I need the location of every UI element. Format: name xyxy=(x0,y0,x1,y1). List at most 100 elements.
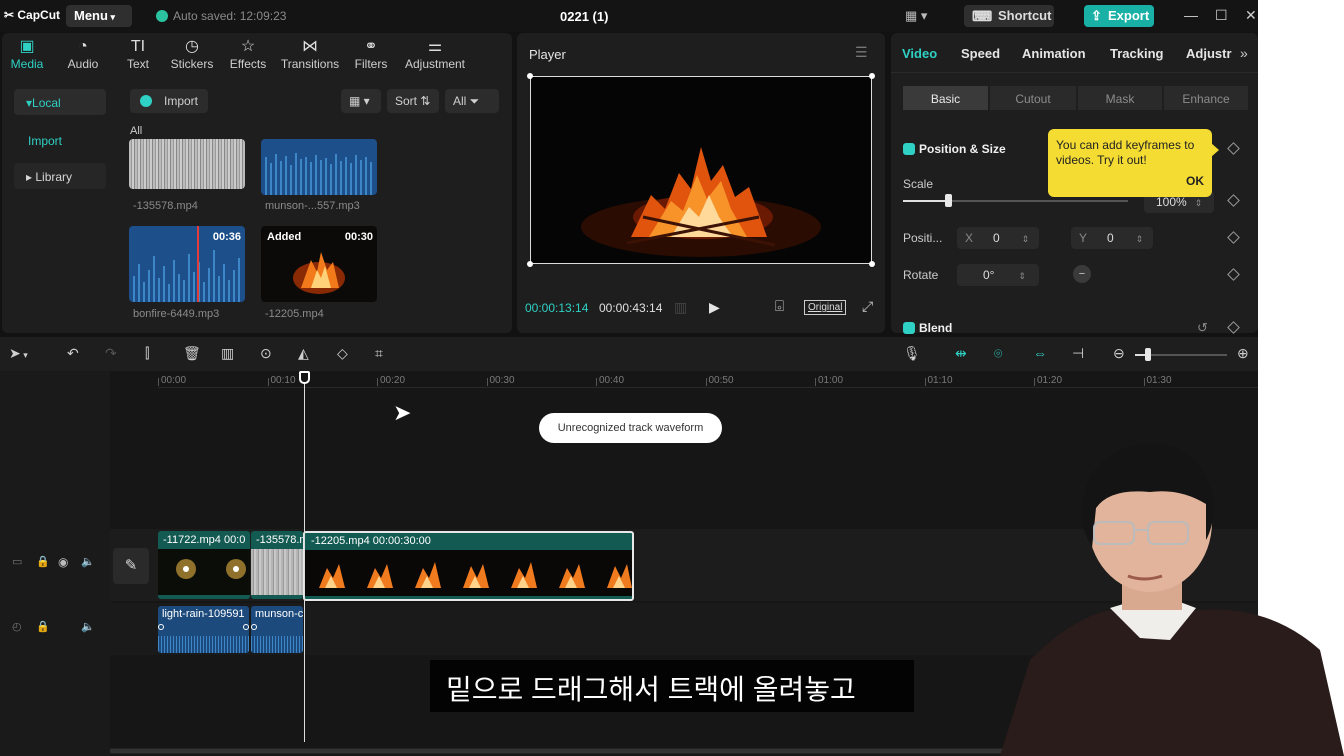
close-icon[interactable]: ✕ xyxy=(1245,7,1257,24)
split-icon[interactable]: ⫿ xyxy=(145,345,149,362)
tool-effects[interactable]: ☆ Effects xyxy=(217,37,279,71)
reset-icon[interactable]: ↺ xyxy=(1197,320,1208,336)
tab-animation[interactable]: Animation xyxy=(1022,46,1086,61)
media-thumb-fire[interactable]: Added 00:30 xyxy=(261,226,377,302)
lock-icon[interactable]: 🔒 xyxy=(36,620,50,633)
tool-transitions[interactable]: ⋈ Transitions xyxy=(278,37,342,71)
tool-adjustment[interactable]: ⚌ Adjustment xyxy=(400,37,470,71)
side-import[interactable]: Import xyxy=(14,127,106,153)
original-button[interactable]: Original xyxy=(804,300,847,315)
layout-icon[interactable]: ▦ ▾ xyxy=(905,8,927,24)
zoom-out-icon[interactable]: ⊖ xyxy=(1113,345,1125,362)
zoom-knob[interactable] xyxy=(1145,348,1151,361)
side-local[interactable]: ▾Local xyxy=(14,89,106,115)
scale-value: 100% xyxy=(1156,195,1187,209)
video-clip[interactable]: -135578.m xyxy=(251,531,303,599)
tool-media[interactable]: ▣ Media xyxy=(0,37,58,71)
shortcut-button[interactable]: ⌨ Shortcut xyxy=(964,5,1054,27)
maximize-icon[interactable]: ☐ xyxy=(1215,7,1228,24)
sort-button[interactable]: Sort ⇅ xyxy=(387,89,439,113)
section-title: Position & Size xyxy=(919,142,1006,156)
tool-text[interactable]: TI Text xyxy=(107,37,169,71)
tool-label: Transitions xyxy=(280,57,340,71)
scale-knob[interactable] xyxy=(945,194,952,207)
crop-icon[interactable]: ⌗ xyxy=(375,345,383,362)
rotate-dial-icon[interactable]: − xyxy=(1073,265,1091,283)
microphone-icon[interactable]: 🎙 xyxy=(903,345,921,362)
position-x-input[interactable]: X 0 ⇕ xyxy=(957,227,1039,249)
video-clip-selected[interactable]: -12205.mp4 00:00:30:00 xyxy=(303,531,634,601)
tool-audio[interactable]: ◔ Audio xyxy=(52,37,114,71)
subtab-cutout[interactable]: Cutout xyxy=(990,86,1076,110)
redo-icon[interactable]: ↷ xyxy=(105,345,117,362)
resize-handle[interactable] xyxy=(527,261,533,267)
rotate-icon[interactable]: ◇ xyxy=(337,345,348,362)
preview-axis-icon[interactable]: ⊣ xyxy=(1072,345,1084,362)
group-label: All xyxy=(130,125,143,137)
tool-filters[interactable]: ⚭ Filters xyxy=(340,37,402,71)
view-toggle[interactable]: ▦ ▾ xyxy=(341,89,381,113)
tooltip-ok-button[interactable]: OK xyxy=(1186,174,1204,189)
minimize-icon[interactable]: — xyxy=(1184,7,1198,23)
scrollbar-thumb[interactable] xyxy=(110,749,1110,753)
audio-clip[interactable]: light-rain-109591 xyxy=(158,606,249,653)
filter-button[interactable]: All ⏷ xyxy=(445,89,499,113)
video-preview[interactable] xyxy=(527,73,875,267)
reverse-icon[interactable]: ⊙ xyxy=(260,345,272,362)
blend-section[interactable]: Blend xyxy=(903,321,952,335)
delete-icon[interactable]: 🗑 xyxy=(183,345,201,362)
resize-handle[interactable] xyxy=(527,73,533,79)
export-button[interactable]: ⇪ Export xyxy=(1084,5,1154,27)
media-thumb-noise[interactable] xyxy=(129,139,245,189)
undo-icon[interactable]: ↶ xyxy=(67,345,79,362)
resize-handle[interactable] xyxy=(869,261,875,267)
tab-adjustment[interactable]: Adjustr xyxy=(1186,46,1232,61)
media-thumb-audio[interactable] xyxy=(261,139,377,195)
zoom-in-icon[interactable]: ⊕ xyxy=(1237,345,1249,362)
position-y-input[interactable]: Y 0 ⇕ xyxy=(1071,227,1153,249)
fade-handle[interactable] xyxy=(158,624,164,630)
cover-edit-icon[interactable]: ✎ xyxy=(113,548,149,584)
fullscreen-icon[interactable]: ⤢ xyxy=(862,298,873,315)
tab-speed[interactable]: Speed xyxy=(961,46,1000,61)
screenshot-icon[interactable]: ⌻ xyxy=(775,298,784,315)
position-size-section[interactable]: Position & Size xyxy=(903,142,1006,156)
select-tool-icon[interactable]: ➤ ▾ xyxy=(9,345,28,362)
media-name: bonfire-6449.mp3 xyxy=(133,308,220,320)
audio-clip[interactable]: munson-c xyxy=(251,606,303,653)
subtab-enhance[interactable]: Enhance xyxy=(1164,86,1248,110)
resize-handle[interactable] xyxy=(869,73,875,79)
more-tabs-icon[interactable]: » xyxy=(1240,45,1248,61)
side-library[interactable]: ▸ Library xyxy=(14,163,106,189)
video-clip[interactable]: -11722.mp4 00:0 xyxy=(158,531,250,599)
main-track-magnet-icon[interactable]: ⇹ xyxy=(955,345,967,362)
auto-snap-icon[interactable]: ⌾ xyxy=(994,345,1002,362)
hamburger-icon[interactable]: ☰ xyxy=(855,44,868,61)
subtab-mask[interactable]: Mask xyxy=(1078,86,1162,110)
rotate-input[interactable]: 0° ⇕ xyxy=(957,264,1039,286)
timeline-grid-icon[interactable]: ▥ xyxy=(674,299,687,316)
freeze-icon[interactable]: ▥ xyxy=(221,345,234,362)
fade-handle[interactable] xyxy=(251,624,257,630)
media-thumb-bonfire[interactable]: 00:36 xyxy=(129,226,245,302)
scale-slider[interactable] xyxy=(903,194,1128,207)
speaker-icon[interactable]: 🔈 xyxy=(81,555,95,568)
menu-button[interactable]: Menu ▾ xyxy=(66,5,132,27)
eye-icon[interactable]: ◉ xyxy=(58,555,68,569)
tab-tracking[interactable]: Tracking xyxy=(1110,46,1163,61)
adjust-icon: ⚌ xyxy=(427,38,443,55)
subtab-basic[interactable]: Basic xyxy=(903,86,988,110)
tab-video[interactable]: Video xyxy=(902,46,937,61)
playhead-handle[interactable] xyxy=(299,371,310,384)
import-button[interactable]: Import xyxy=(130,89,208,113)
zoom-slider[interactable] xyxy=(1135,348,1227,361)
mirror-icon[interactable]: ◭ xyxy=(298,345,309,362)
tool-stickers[interactable]: ◷ Stickers xyxy=(161,37,223,71)
play-icon[interactable]: ▶ xyxy=(709,299,720,316)
speaker-icon[interactable]: 🔈 xyxy=(81,620,95,633)
added-badge: Added xyxy=(267,231,302,243)
linkage-icon[interactable]: ⇔ xyxy=(1033,345,1047,361)
lock-icon[interactable]: 🔒 xyxy=(36,555,50,568)
fade-handle[interactable] xyxy=(243,624,249,630)
checkbox-icon xyxy=(903,322,915,334)
